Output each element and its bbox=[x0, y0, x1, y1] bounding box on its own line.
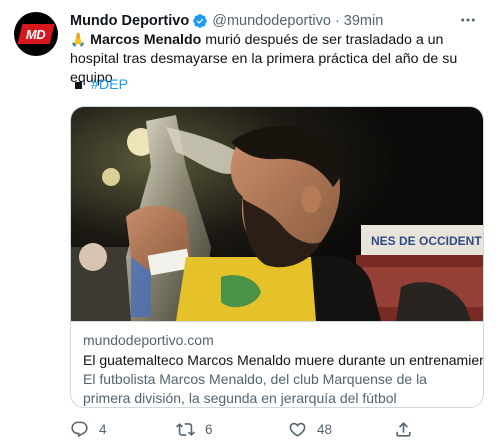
hashtag-line: #DEP bbox=[70, 76, 128, 95]
card-domain: mundodeportivo.com bbox=[83, 332, 214, 348]
like-button[interactable]: 48 bbox=[288, 420, 332, 439]
card-body[interactable]: mundodeportivo.com El guatemalteco Marco… bbox=[71, 321, 484, 407]
share-button[interactable] bbox=[394, 420, 423, 439]
avatar-logo-text: MD bbox=[26, 26, 46, 42]
reply-count: 4 bbox=[99, 422, 107, 437]
tweet-actions: 4 6 48 bbox=[70, 418, 490, 442]
black-square-icon bbox=[75, 82, 82, 89]
link-card[interactable]: NES DE OCCIDENT mundodeportivo.com El gu… bbox=[70, 106, 484, 408]
heart-icon bbox=[289, 422, 306, 437]
folded-hands-emoji: 🙏 bbox=[70, 32, 87, 47]
separator-dot: · bbox=[334, 13, 340, 29]
tweet-header: Mundo Deportivo @mundodeportivo · 39min bbox=[70, 11, 383, 31]
mundo-deportivo-logo: MD bbox=[17, 24, 55, 44]
mentioned-name: Marcos Menaldo bbox=[90, 32, 202, 48]
avatar[interactable]: MD bbox=[14, 12, 58, 56]
retweet-count: 6 bbox=[205, 422, 213, 437]
tweet-text: 🙏 Marcos Menaldo murió después de ser tr… bbox=[70, 30, 480, 88]
hashtag-link[interactable]: #DEP bbox=[91, 76, 128, 95]
tweet[interactable]: MD Mundo Deportivo @mundodeportivo · 39m… bbox=[0, 0, 500, 448]
verified-badge-icon bbox=[193, 14, 208, 28]
more-options-icon[interactable] bbox=[458, 10, 478, 30]
retweet-button[interactable]: 6 bbox=[176, 420, 213, 439]
reply-button[interactable]: 4 bbox=[70, 420, 107, 439]
tweet-timestamp[interactable]: 39min bbox=[344, 13, 384, 29]
reply-icon bbox=[71, 421, 88, 438]
card-title: El guatemalteco Marcos Menaldo muere dur… bbox=[83, 352, 484, 368]
author-name[interactable]: Mundo Deportivo bbox=[70, 13, 189, 29]
share-icon bbox=[396, 422, 411, 437]
retweet-icon bbox=[176, 423, 195, 436]
stadium-banner-text: NES DE OCCIDENT bbox=[371, 234, 482, 248]
card-description: El futbolista Marcos Menaldo, del club M… bbox=[83, 371, 427, 406]
author-handle[interactable]: @mundodeportivo bbox=[212, 13, 331, 29]
card-image[interactable]: NES DE OCCIDENT bbox=[71, 107, 484, 321]
like-count: 48 bbox=[317, 422, 333, 437]
